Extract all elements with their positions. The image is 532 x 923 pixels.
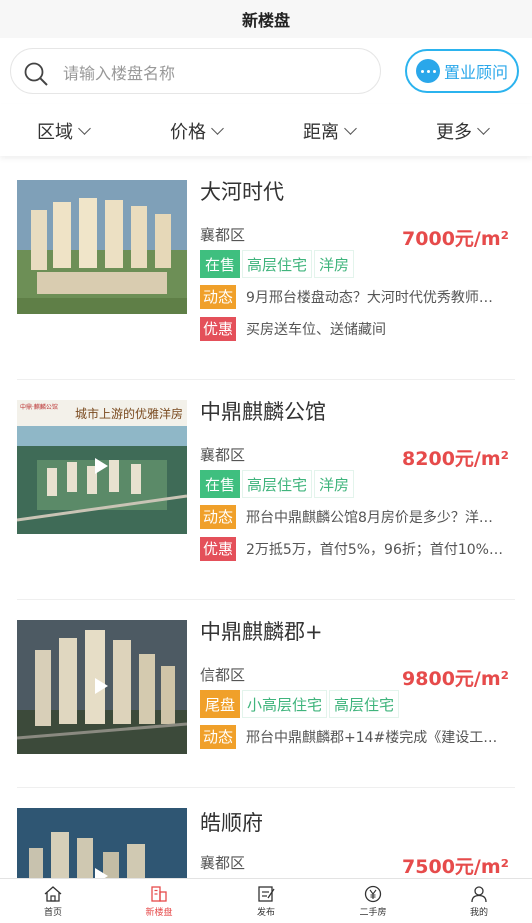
- type-tag: 高层住宅: [242, 250, 313, 278]
- filter-region[interactable]: 区域: [37, 118, 91, 144]
- status-badge: 在售: [200, 470, 241, 498]
- thumbnail-caption: 城市上游的优雅洋房: [75, 407, 184, 421]
- listing-card[interactable]: 皓顺府 襄都区 7500元/m²: [0, 788, 532, 878]
- filter-distance[interactable]: 距离: [303, 118, 357, 144]
- news-text: 9月邢台楼盘动态？大河时代优秀教师…: [246, 290, 493, 306]
- news-text: 邢台中鼎麒麟公馆8月房价是多少？洋…: [246, 510, 493, 526]
- listing-card[interactable]: 中鼎·麒麟公馆 城市上游的优雅洋房 中鼎麒麟公馆 襄都区 8200元/m² 在售…: [0, 380, 532, 600]
- type-tag: 洋房: [314, 250, 355, 278]
- listing-thumbnail[interactable]: [17, 808, 187, 878]
- status-badge: 在售: [200, 250, 241, 278]
- bottom-tab-bar: 首页 新楼盘 发布 二手房 我的: [0, 878, 532, 923]
- listing-promo[interactable]: 优惠 2万抵5万，首付5%，96折；首付10%…: [200, 537, 512, 561]
- promo-badge: 优惠: [200, 317, 237, 341]
- title-bar: 新楼盘: [0, 0, 532, 38]
- listing-name[interactable]: 中鼎麒麟郡+: [200, 616, 323, 646]
- listing-price: 7000元/m²: [402, 228, 509, 250]
- type-tag: 高层住宅: [329, 690, 400, 718]
- listing-news[interactable]: 动态 9月邢台楼盘动态？大河时代优秀教师…: [200, 285, 512, 309]
- tab-mine[interactable]: 我的: [449, 885, 509, 918]
- listing-thumbnail[interactable]: [17, 620, 187, 754]
- chevron-down-icon: [211, 122, 224, 135]
- listing-thumbnail[interactable]: 中鼎·麒麟公馆 城市上游的优雅洋房: [17, 400, 187, 534]
- news-badge: 动态: [200, 285, 237, 309]
- listing-price: 9800元/m²: [402, 668, 509, 690]
- play-icon: [95, 458, 108, 474]
- chat-icon: [416, 59, 440, 83]
- listing-price: 8200元/m²: [402, 448, 509, 470]
- play-icon: [95, 868, 108, 878]
- tab-label: 发布: [256, 908, 275, 918]
- tab-publish[interactable]: 发布: [236, 885, 296, 918]
- play-icon: [95, 678, 108, 694]
- promo-text: 2万抵5万，首付5%，96折；首付10%…: [246, 542, 503, 558]
- filter-label: 更多: [436, 122, 472, 143]
- tab-new-homes[interactable]: 新楼盘: [129, 885, 189, 918]
- tab-label: 新楼盘: [145, 908, 173, 918]
- search-row: 请输入楼盘名称 置业顾问: [0, 38, 532, 104]
- listing-price: 7500元/m²: [402, 856, 509, 878]
- page-title: 新楼盘: [241, 11, 290, 30]
- tab-second-hand[interactable]: 二手房: [343, 885, 403, 918]
- listing-list[interactable]: 大河时代 襄都区 7000元/m² 在售 高层住宅 洋房 动态 9月邢台楼盘动态…: [0, 160, 532, 878]
- listing-name[interactable]: 中鼎麒麟公馆: [200, 396, 326, 426]
- listing-district: 襄都区: [200, 446, 246, 464]
- news-text: 邢台中鼎麒麟郡+14#楼完成《建设工…: [246, 730, 498, 746]
- news-badge: 动态: [200, 505, 237, 529]
- yuan-icon: [364, 885, 382, 903]
- listing-tags: 在售 高层住宅 洋房: [200, 470, 355, 498]
- filter-bar: 区域 价格 距离 更多: [0, 104, 532, 156]
- chevron-down-icon: [344, 122, 357, 135]
- advisor-button[interactable]: 置业顾问: [405, 49, 519, 93]
- building-icon: [151, 886, 167, 902]
- filter-label: 价格: [170, 122, 206, 143]
- app-screen: 新楼盘 请输入楼盘名称 置业顾问 区域 价格 距离 更多 大河时代 襄都区 70…: [0, 0, 532, 923]
- promo-text: 买房送车位、送储藏间: [246, 322, 387, 338]
- thumbnail-logo: 中鼎·麒麟公馆: [20, 404, 58, 411]
- tab-label: 首页: [43, 908, 62, 918]
- listing-promo[interactable]: 优惠 买房送车位、送储藏间: [200, 317, 512, 341]
- search-placeholder: 请输入楼盘名称: [63, 64, 176, 83]
- filter-label: 区域: [37, 122, 73, 143]
- listing-card[interactable]: 大河时代 襄都区 7000元/m² 在售 高层住宅 洋房 动态 9月邢台楼盘动态…: [0, 160, 532, 380]
- listing-thumbnail[interactable]: [17, 180, 187, 314]
- listing-district: 襄都区: [200, 226, 246, 244]
- user-icon: [471, 886, 487, 903]
- listing-tags: 在售 高层住宅 洋房: [200, 250, 355, 278]
- filter-label: 距离: [303, 122, 339, 143]
- news-badge: 动态: [200, 725, 237, 749]
- promo-badge: 优惠: [200, 537, 237, 561]
- listing-card[interactable]: 中鼎麒麟郡+ 信都区 9800元/m² 尾盘 小高层住宅 高层住宅 动态 邢台中…: [0, 600, 532, 788]
- status-badge: 尾盘: [200, 690, 241, 718]
- search-icon: [23, 61, 49, 87]
- filter-price[interactable]: 价格: [170, 118, 224, 144]
- tab-label: 我的: [469, 908, 488, 918]
- type-tag: 洋房: [314, 470, 355, 498]
- listing-district: 信都区: [200, 666, 246, 684]
- edit-icon: [258, 886, 275, 902]
- chevron-down-icon: [477, 122, 490, 135]
- tab-home[interactable]: 首页: [23, 885, 83, 918]
- search-input[interactable]: 请输入楼盘名称: [10, 48, 381, 94]
- home-icon: [44, 886, 62, 902]
- advisor-label: 置业顾问: [444, 63, 509, 82]
- listing-name[interactable]: 大河时代: [200, 176, 284, 206]
- type-tag: 小高层住宅: [242, 690, 328, 718]
- tab-label: 二手房: [359, 908, 387, 918]
- filter-more[interactable]: 更多: [436, 118, 490, 144]
- type-tag: 高层住宅: [242, 470, 313, 498]
- chevron-down-icon: [78, 122, 91, 135]
- listing-district: 襄都区: [200, 854, 246, 872]
- listing-name[interactable]: 皓顺府: [200, 807, 263, 837]
- listing-news[interactable]: 动态 邢台中鼎麒麟公馆8月房价是多少？洋…: [200, 505, 512, 529]
- listing-news[interactable]: 动态 邢台中鼎麒麟郡+14#楼完成《建设工…: [200, 725, 512, 749]
- listing-tags: 尾盘 小高层住宅 高层住宅: [200, 690, 400, 718]
